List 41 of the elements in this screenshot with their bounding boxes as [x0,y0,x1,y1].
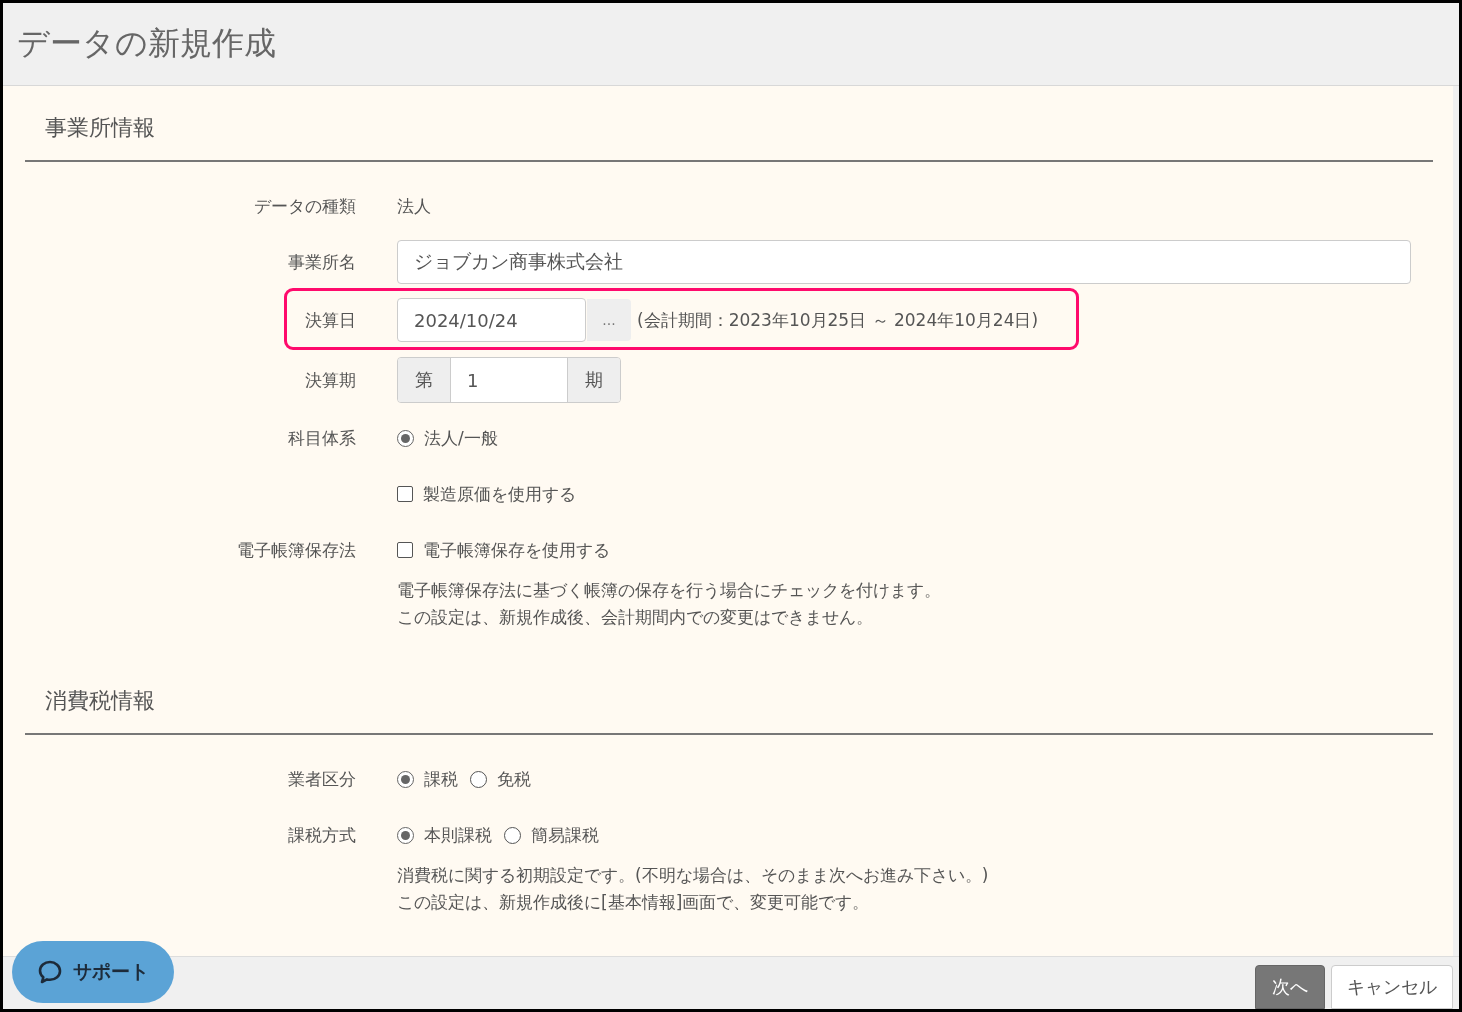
date-picker-button[interactable]: ... [587,299,631,341]
checkbox-label: 電子帳簿保存を使用する [423,538,610,562]
radio-button[interactable] [397,770,414,788]
cancel-button[interactable]: キャンセル [1331,965,1453,1009]
suffix-addon: 期 [568,358,620,402]
field-value: 法人 [397,194,431,218]
speech-bubble-icon [37,959,63,985]
support-button[interactable]: サポート [12,941,174,1003]
radio-label: 本則課税 [424,823,492,847]
help-text: 電子帳簿保存法に基づく帳簿の保存を行う場合にチェックを付けます。 [397,579,941,602]
radio-label: 法人/一般 [424,426,498,450]
field-label: 決算日 [305,308,356,332]
radio-label: 簡易課税 [531,823,599,847]
checkbox-label: 製造原価を使用する [423,482,576,506]
help-text: 消費税に関する初期設定です。(不明な場合は、そのまま次へお進み下さい。) [397,864,989,887]
help-text: この設定は、新規作成後、会計期間内での変更はできません。 [397,606,874,629]
field-label: 事業所名 [288,250,356,274]
help-text: この設定は、新規作成後に[基本情報]画面で、変更可能です。 [397,891,871,914]
input-field[interactable]: ジョブカン商事株式会社 [397,240,1411,284]
window-title: データの新規作成 [17,23,276,64]
field-label: 決算期 [305,368,356,392]
field-label: 科目体系 [288,426,356,450]
radio-label: 免税 [497,767,531,791]
field-label: 業者区分 [288,767,356,791]
checkbox[interactable] [397,486,413,502]
radio-button[interactable] [397,429,414,447]
radio-button[interactable] [397,826,414,844]
next-button[interactable]: 次へ [1255,965,1325,1009]
section-heading: 事業所情報 [44,114,156,142]
section-heading: 消費税情報 [44,687,156,715]
checkbox[interactable] [397,542,413,558]
prefix-addon: 第 [398,358,450,402]
radio-label: 課税 [424,767,458,791]
input-field[interactable]: 1 [450,358,568,402]
field-label: 課税方式 [288,823,356,847]
period-note: (会計期間：2023年10月25日 ～ 2024年10月24日) [637,308,1039,332]
radio-button[interactable] [470,770,487,788]
date-field[interactable]: 2024/10/24 [397,298,586,342]
field-label: データの種類 [254,194,356,218]
radio-button[interactable] [504,826,521,844]
field-label: 電子帳簿保存法 [237,538,356,562]
